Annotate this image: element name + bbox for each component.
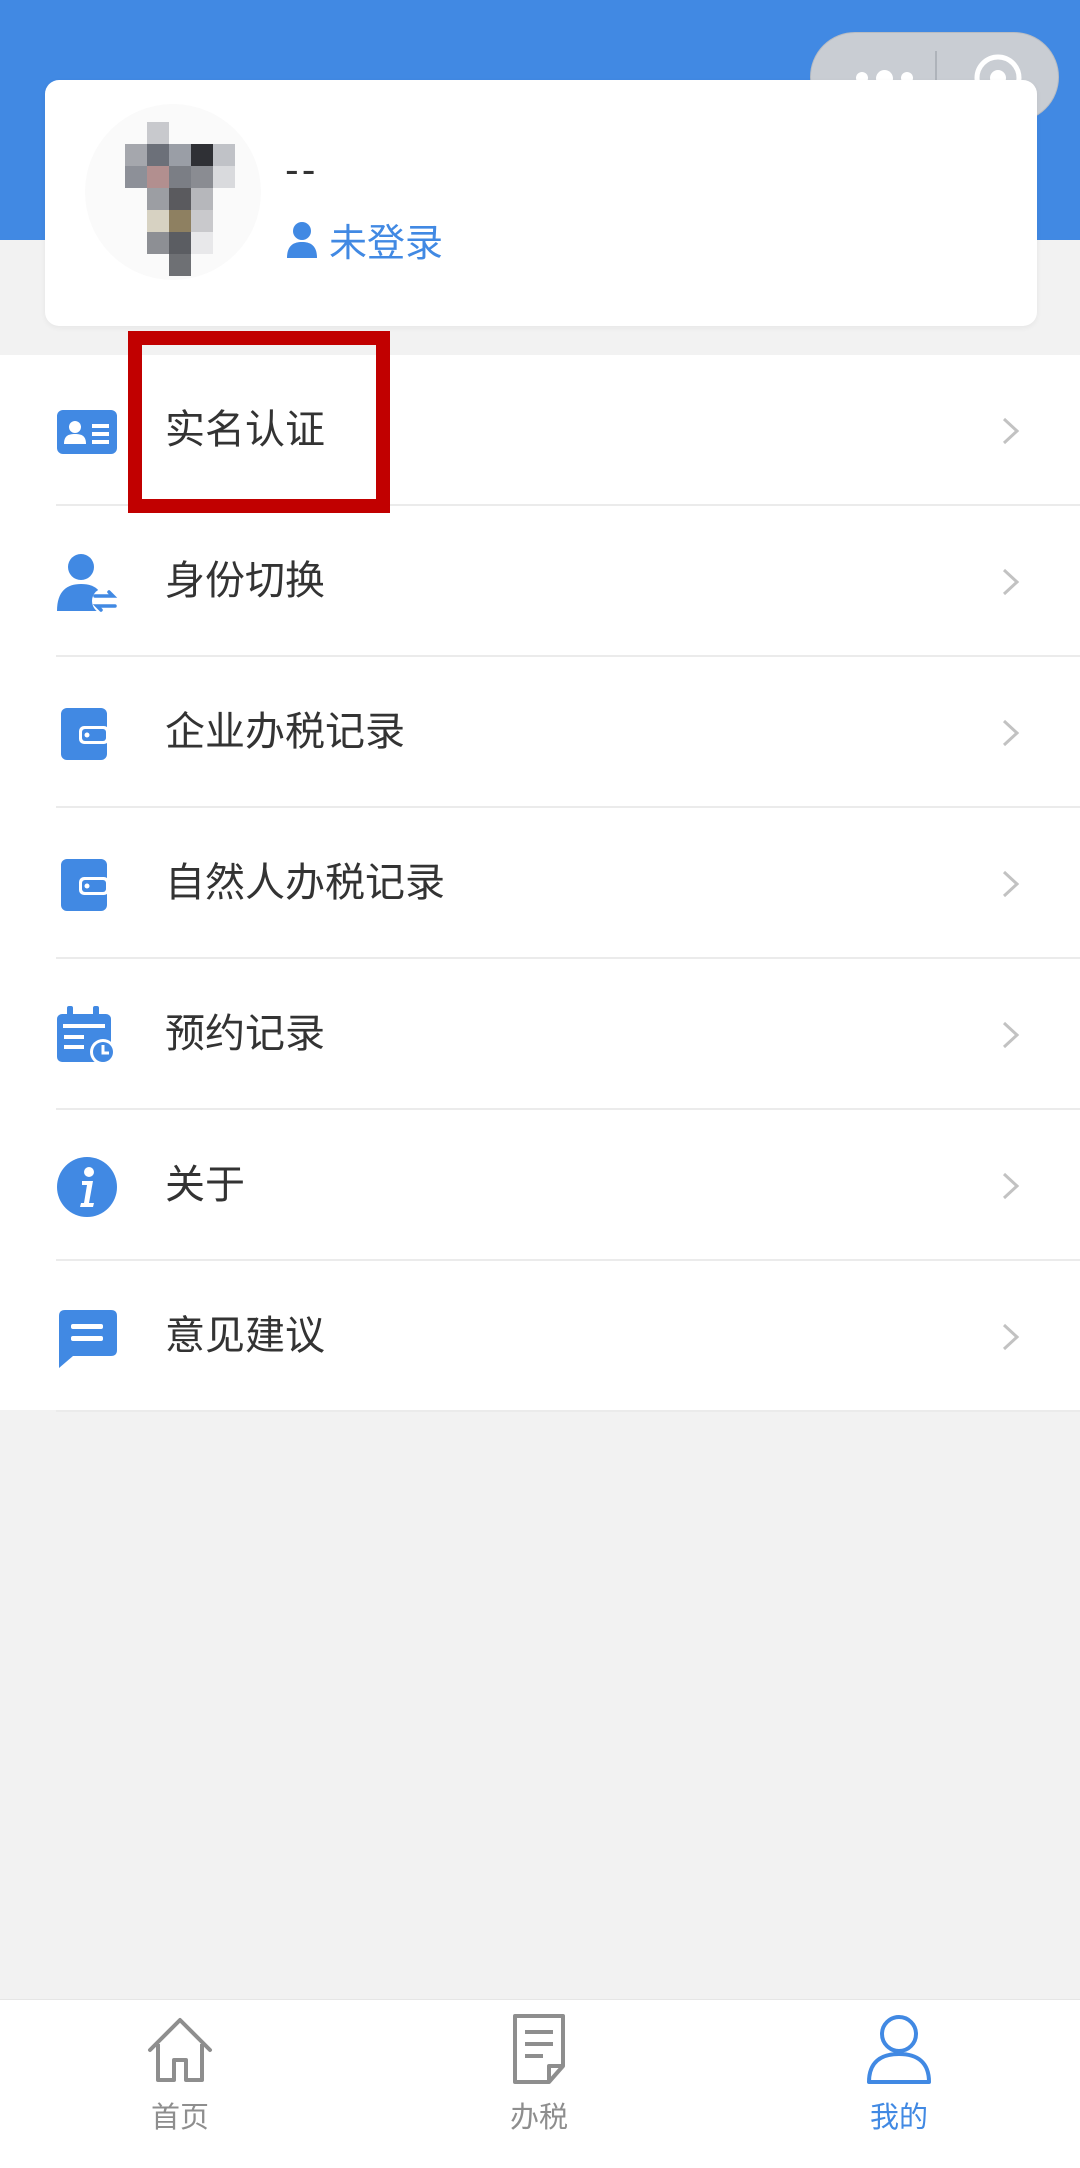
tab-label: 首页: [150, 2100, 209, 2134]
menu-item-individual-tax-records[interactable]: 自然人办税记录: [0, 808, 1080, 959]
chevron-right-icon: [1002, 1323, 1020, 1351]
menu-item-label: 预约记录: [165, 1011, 325, 1057]
menu-item-label: 意见建议: [165, 1313, 325, 1359]
menu-list: 实名认证 身份切换 企业办税记录 自然人办税记录 预约记录 关于 意见建议: [0, 355, 1080, 1412]
message-icon: [59, 1310, 117, 1368]
calendar-clock-icon: [57, 1006, 116, 1065]
login-status-label: 未登录: [329, 221, 444, 265]
person-icon: [287, 221, 317, 258]
avatar[interactable]: [85, 104, 261, 280]
menu-item-label: 身份切换: [165, 558, 325, 604]
username: --: [285, 148, 319, 192]
divider: [56, 1410, 1080, 1412]
login-status[interactable]: 未登录: [285, 212, 443, 267]
tab-mine[interactable]: 我的: [819, 2000, 979, 2168]
tab-bar: 首页 办税 我的: [0, 1999, 1080, 2168]
wallet-icon: [61, 708, 109, 760]
user-switch-icon: [57, 554, 118, 614]
tab-label: 我的: [869, 2100, 928, 2134]
chevron-right-icon: [1002, 1172, 1020, 1200]
chevron-right-icon: [1002, 870, 1020, 898]
document-icon: [513, 2014, 565, 2084]
user-icon: [867, 2015, 931, 2084]
tab-home[interactable]: 首页: [100, 2000, 260, 2168]
wallet-icon: [61, 859, 109, 911]
home-icon: [148, 2018, 212, 2082]
tab-label: 办税: [509, 2100, 568, 2134]
profile-card: -- 未登录: [45, 80, 1037, 326]
chevron-right-icon: [1002, 568, 1020, 596]
menu-item-appointment-records[interactable]: 预约记录: [0, 959, 1080, 1110]
info-icon: [57, 1157, 117, 1217]
menu-item-label: 关于: [165, 1162, 245, 1208]
menu-item-feedback[interactable]: 意见建议: [0, 1261, 1080, 1412]
menu-item-enterprise-tax-records[interactable]: 企业办税记录: [0, 657, 1080, 808]
menu-item-label: 企业办税记录: [165, 709, 405, 755]
chevron-right-icon: [1002, 417, 1020, 445]
menu-item-label: 自然人办税记录: [165, 860, 445, 906]
highlight-box: [128, 331, 390, 513]
tab-tax[interactable]: 办税: [459, 2000, 619, 2168]
chevron-right-icon: [1002, 1021, 1020, 1049]
id-card-icon: [57, 410, 117, 454]
menu-item-about[interactable]: 关于: [0, 1110, 1080, 1261]
chevron-right-icon: [1002, 719, 1020, 747]
menu-item-identity-switch[interactable]: 身份切换: [0, 506, 1080, 657]
